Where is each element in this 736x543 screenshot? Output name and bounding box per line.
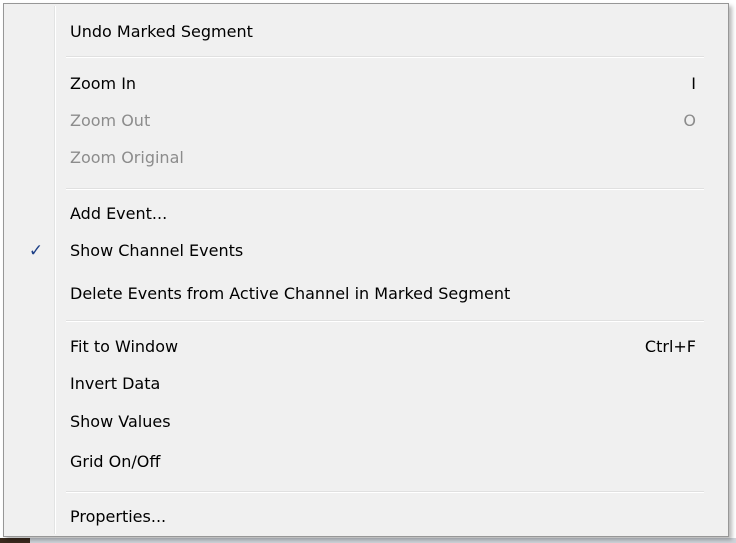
menu-item-add-event[interactable]: Add Event... (6, 198, 726, 230)
background-window-strip (0, 538, 736, 543)
menu-item-label: Delete Events from Active Channel in Mar… (70, 284, 511, 303)
menu-item-undo-marked-segment[interactable]: Undo Marked Segment (6, 16, 726, 48)
menu-item-label: Grid On/Off (70, 452, 161, 471)
menu-item-shortcut: I (691, 74, 696, 93)
menu-item-zoom-in[interactable]: Zoom In I (6, 68, 726, 100)
menu-item-invert-data[interactable]: Invert Data (6, 368, 726, 400)
menu-item-label: Zoom Out (70, 111, 151, 130)
menu-separator (66, 188, 704, 190)
menu-separator (66, 320, 704, 322)
menu-item-zoom-out[interactable]: Zoom Out O (6, 105, 726, 137)
menu-item-fit-to-window[interactable]: Fit to Window Ctrl+F (6, 331, 726, 363)
menu-item-grid-on-off[interactable]: Grid On/Off (6, 446, 726, 478)
menu-item-properties[interactable]: Properties... (6, 501, 726, 533)
menu-item-shortcut: Ctrl+F (644, 337, 696, 356)
menu-item-zoom-original[interactable]: Zoom Original (6, 142, 726, 174)
menu-item-shortcut: O (683, 111, 696, 130)
menu-item-delete-events[interactable]: Delete Events from Active Channel in Mar… (6, 278, 726, 310)
menu-separator (66, 491, 704, 493)
menu-item-label: Undo Marked Segment (70, 22, 253, 41)
menu-item-label: Properties... (70, 507, 167, 526)
checkmark-icon: ✓ (28, 241, 44, 261)
menu-item-show-channel-events[interactable]: ✓ Show Channel Events (6, 235, 726, 267)
menu-item-label: Zoom Original (70, 148, 184, 167)
menu-item-label: Show Channel Events (70, 241, 244, 260)
menu-item-show-values[interactable]: Show Values (6, 406, 726, 438)
menu-item-label: Invert Data (70, 374, 161, 393)
menu-item-label: Show Values (70, 412, 171, 431)
menu-item-label: Zoom In (70, 74, 137, 93)
menu-separator (66, 56, 704, 58)
menu-item-label: Add Event... (70, 204, 168, 223)
menu-item-label: Fit to Window (70, 337, 179, 356)
context-menu: Undo Marked Segment Zoom In I Zoom Out O… (3, 3, 729, 537)
